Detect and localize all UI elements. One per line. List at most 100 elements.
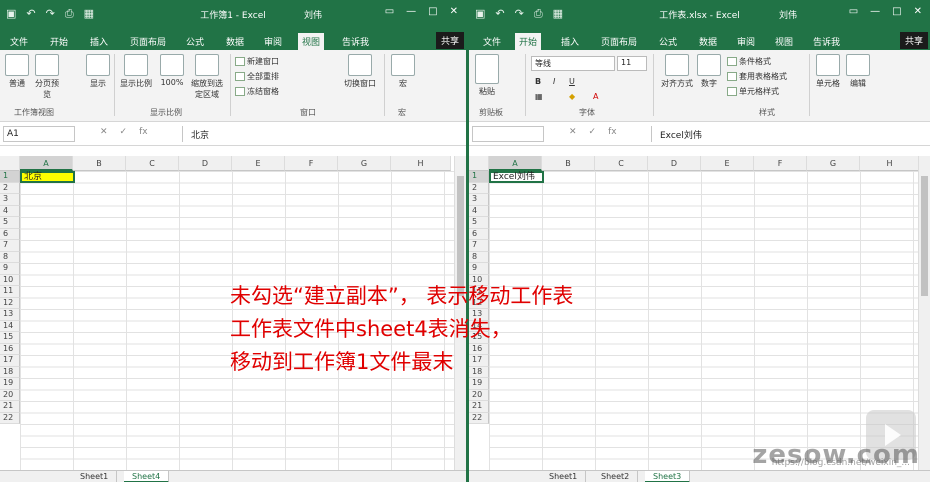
row-header[interactable]: 3 [0,194,20,206]
scroll-thumb[interactable] [921,176,928,296]
minimize-icon[interactable]: — [870,6,880,17]
col-header[interactable]: D [648,156,701,171]
col-header[interactable]: C [595,156,648,171]
col-header[interactable]: F [754,156,807,171]
row-header[interactable]: 5 [469,217,489,229]
italic-button[interactable]: I [553,77,555,86]
tab-insert[interactable]: 插入 [557,33,583,50]
font-name-select[interactable]: 等线 [531,56,615,71]
row-header[interactable]: 20 [469,389,489,401]
row-header[interactable]: 21 [0,401,20,413]
page-break-button[interactable]: 分页预览 [34,54,60,100]
fill-color-icon[interactable]: ◆ [569,92,575,101]
normal-view-button[interactable]: 普通 [4,54,30,89]
underline-button[interactable]: U [569,77,575,86]
alignment-button[interactable]: 对齐方式 [657,54,697,89]
col-header[interactable]: B [542,156,595,171]
tab-view[interactable]: 视图 [771,33,797,50]
switch-window-button[interactable]: 切换窗口 [342,54,378,89]
cell-a1[interactable]: 北京 [20,171,75,183]
row-header[interactable]: 19 [0,378,20,390]
sheet-tab-active[interactable]: Sheet3 [645,471,691,482]
row-header[interactable]: 21 [469,401,489,413]
col-header[interactable]: G [807,156,860,171]
font-color-icon[interactable]: A [593,92,598,101]
editing-button[interactable]: 编辑 [845,54,871,89]
row-header[interactable]: 5 [0,217,20,229]
cells-button[interactable]: 单元格 [813,54,843,89]
row-header[interactable]: 8 [0,251,20,263]
tab-tell-me[interactable]: 告诉我 [338,33,373,50]
macro-button[interactable]: 宏 [390,54,416,89]
maximize-icon[interactable]: □ [892,6,901,17]
tab-page-layout[interactable]: 页面布局 [126,33,170,50]
row-header[interactable]: 22 [0,412,20,424]
close-icon[interactable]: ✕ [450,6,458,17]
cancel-icon[interactable]: ✕ [100,127,108,137]
tab-data[interactable]: 数据 [695,33,721,50]
ribbon-options-icon[interactable]: ▭ [385,6,394,17]
sheet-tab[interactable]: Sheet1 [72,471,118,482]
col-header[interactable]: A [489,156,542,171]
border-icon[interactable]: ▦ [535,92,543,101]
maximize-icon[interactable]: □ [428,6,437,17]
col-header[interactable]: A [20,156,73,171]
vertical-scrollbar[interactable] [918,156,930,470]
tab-review[interactable]: 审阅 [733,33,759,50]
zoom-100-button[interactable]: 100% [158,54,186,87]
tab-file[interactable]: 文件 [479,33,505,50]
tab-formulas[interactable]: 公式 [655,33,681,50]
row-header[interactable]: 1 [469,171,489,183]
row-header[interactable]: 19 [469,378,489,390]
tab-tell-me[interactable]: 告诉我 [809,33,844,50]
row-header[interactable]: 6 [0,228,20,240]
col-header[interactable]: E [701,156,754,171]
row-header[interactable]: 22 [469,412,489,424]
share-button[interactable]: 共享 [899,32,928,49]
cell-styles-button[interactable]: 单元格样式 [727,86,779,97]
fx-icon[interactable]: fx [608,127,617,137]
tab-data[interactable]: 数据 [222,33,248,50]
row-header[interactable]: 13 [0,309,20,321]
tab-insert[interactable]: 插入 [86,33,112,50]
tab-home[interactable]: 开始 [515,33,542,50]
col-header[interactable]: F [285,156,338,171]
number-format-button[interactable]: 数字 [697,54,721,89]
row-header[interactable]: 17 [0,355,20,367]
row-header[interactable]: 16 [0,343,20,355]
formula-input[interactable]: 北京 [182,126,462,142]
row-header[interactable]: 4 [469,205,489,217]
col-header[interactable]: G [338,156,391,171]
row-header[interactable]: 11 [0,286,20,298]
col-header[interactable]: H [391,156,451,171]
row-header[interactable]: 2 [469,182,489,194]
tab-page-layout[interactable]: 页面布局 [597,33,641,50]
row-header[interactable]: 18 [0,366,20,378]
name-box[interactable]: A1 [3,126,75,142]
bold-button[interactable]: B [535,77,541,86]
font-size-select[interactable]: 11 [617,56,647,71]
row-header[interactable]: 15 [0,332,20,344]
row-header[interactable]: 10 [0,274,20,286]
row-header[interactable]: 3 [469,194,489,206]
enter-icon[interactable]: ✓ [120,127,128,137]
col-header[interactable]: C [126,156,179,171]
sheet-tab[interactable]: Sheet2 [593,471,639,482]
row-header[interactable]: 7 [0,240,20,252]
col-header[interactable]: E [232,156,285,171]
close-icon[interactable]: ✕ [914,6,922,17]
arrange-all-button[interactable]: 全部重排 [235,71,279,82]
show-button[interactable]: 显示 [84,54,112,89]
zoom-to-selection-button[interactable]: 缩放到选定区域 [188,54,226,100]
tab-review[interactable]: 审阅 [260,33,286,50]
zoom-button[interactable]: 显示比例 [118,54,154,89]
conditional-format-button[interactable]: 条件格式 [727,56,771,67]
row-header[interactable]: 9 [0,263,20,275]
row-header[interactable]: 20 [0,389,20,401]
row-header[interactable]: 6 [469,228,489,240]
name-box[interactable] [472,126,544,142]
tab-view[interactable]: 视图 [298,33,325,50]
row-header[interactable]: 12 [0,297,20,309]
col-header[interactable]: B [73,156,126,171]
sheet-tab-active[interactable]: Sheet4 [124,471,170,482]
